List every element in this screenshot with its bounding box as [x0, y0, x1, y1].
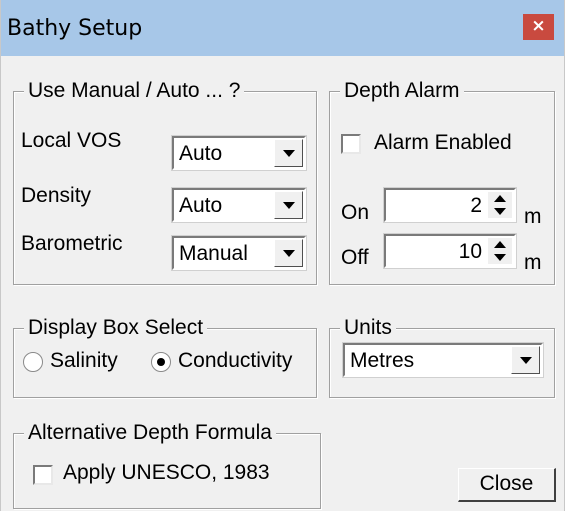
chevron-down-icon[interactable] — [274, 191, 303, 219]
title-bar[interactable]: Bathy Setup × — [1, 0, 564, 56]
local-vos-label: Local VOS — [21, 129, 122, 152]
alarm-off-label: Off — [341, 246, 369, 269]
alt-formula-legend: Alternative Depth Formula — [24, 420, 276, 446]
display-box-legend: Display Box Select — [24, 315, 208, 341]
conductivity-label[interactable]: Conductivity — [178, 348, 292, 374]
apply-unesco-label[interactable]: Apply UNESCO, 1983 — [63, 460, 270, 486]
alarm-on-label: On — [341, 201, 370, 224]
alarm-on-spinner[interactable]: 2 — [383, 187, 517, 223]
chevron-down-icon[interactable] — [274, 239, 303, 267]
spin-up-icon[interactable] — [488, 238, 512, 251]
density-value: Auto — [179, 194, 223, 217]
alarm-on-unit: m — [524, 205, 542, 228]
spin-down-icon[interactable] — [488, 205, 512, 218]
alarm-off-value: 10 — [458, 240, 482, 263]
units-value: Metres — [350, 349, 415, 372]
spin-arrows — [488, 192, 512, 218]
local-vos-value: Auto — [179, 142, 223, 165]
alarm-enabled-checkbox[interactable] — [341, 134, 361, 154]
window-title: Bathy Setup — [7, 16, 143, 41]
barometric-select[interactable]: Manual — [171, 235, 307, 271]
density-label: Density — [21, 184, 92, 207]
barometric-label: Barometric — [21, 232, 123, 255]
spin-up-icon[interactable] — [488, 192, 512, 205]
depth-alarm-legend: Depth Alarm — [340, 78, 464, 104]
conductivity-radio[interactable] — [151, 352, 171, 372]
units-select[interactable]: Metres — [342, 342, 544, 378]
apply-unesco-checkbox[interactable] — [33, 465, 53, 485]
alarm-enabled-label[interactable]: Alarm Enabled — [374, 130, 512, 156]
chevron-down-icon[interactable] — [511, 346, 540, 374]
local-vos-select[interactable]: Auto — [171, 135, 307, 171]
alarm-off-unit: m — [524, 251, 542, 274]
density-select[interactable]: Auto — [171, 187, 307, 223]
spin-arrows — [488, 238, 512, 264]
close-icon[interactable]: × — [523, 14, 554, 40]
manual-auto-legend: Use Manual / Auto ... ? — [24, 78, 245, 104]
salinity-label[interactable]: Salinity — [50, 348, 118, 374]
chevron-down-icon[interactable] — [274, 139, 303, 167]
close-button[interactable]: Close — [458, 468, 556, 502]
radio-selected-dot — [157, 358, 165, 366]
bathy-setup-dialog: Bathy Setup × Use Manual / Auto ... ? Lo… — [0, 0, 565, 511]
units-legend: Units — [340, 315, 396, 341]
barometric-value: Manual — [179, 242, 248, 265]
alarm-on-value: 2 — [470, 194, 482, 217]
spin-down-icon[interactable] — [488, 251, 512, 264]
alarm-off-spinner[interactable]: 10 — [383, 233, 517, 269]
salinity-radio[interactable] — [23, 352, 43, 372]
